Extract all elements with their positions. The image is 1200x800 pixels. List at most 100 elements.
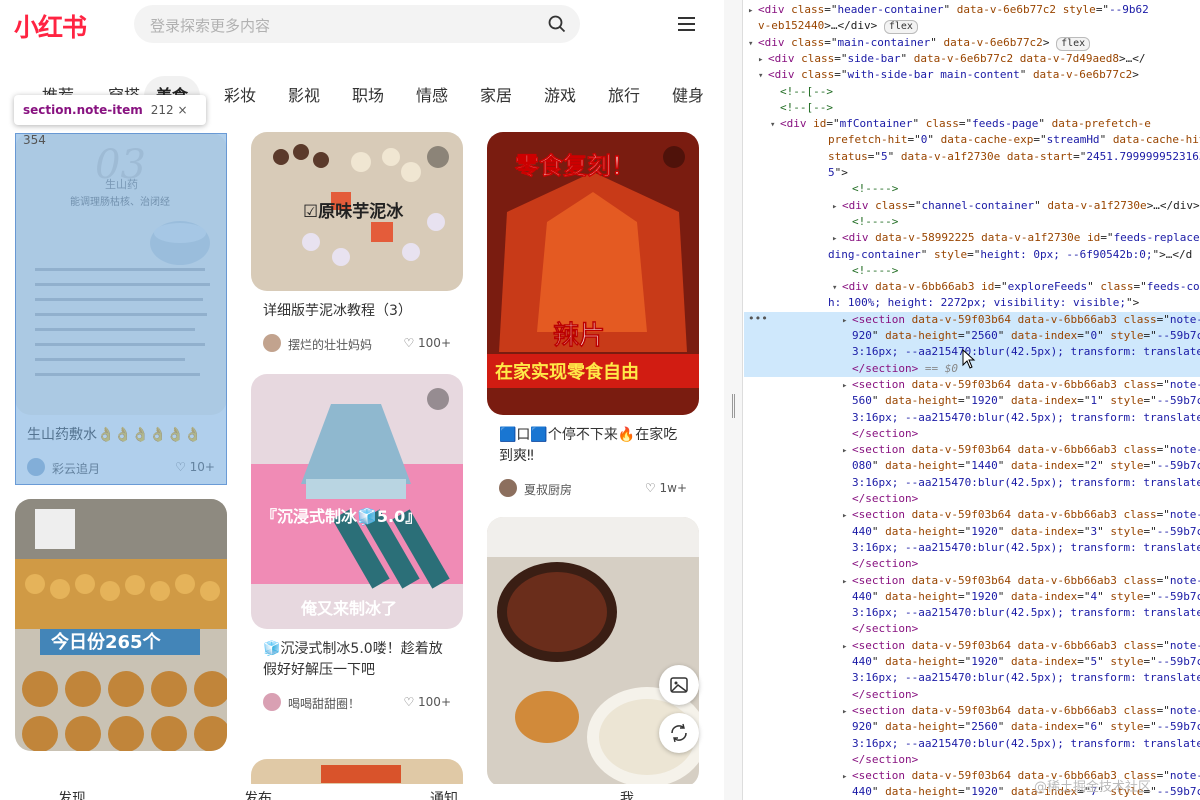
expand-toggle-icon[interactable]: ▸ [842,769,852,785]
expand-toggle-icon[interactable]: ▸ [842,639,852,655]
author-name[interactable]: 摆烂的壮壮妈妈 [288,336,372,353]
avatar[interactable] [499,479,517,497]
dom-node-line[interactable]: ▸ <div class="side-bar" data-v-6e6b77c2 d… [744,51,1200,67]
dom-node-line[interactable]: 920" data-height="2560" data-index="0" s… [744,328,1200,345]
nav-me[interactable]: 我 [620,788,634,800]
dom-node-line[interactable]: </section> [744,752,1200,768]
expand-toggle-icon[interactable]: ▾ [758,68,768,84]
dom-node-line[interactable]: </section> [744,426,1200,442]
note-title[interactable]: 🟦口🟦个停不下来🔥在家吃到爽‼ [499,425,687,467]
nav-notifications[interactable]: 通知 [430,788,458,800]
note-card[interactable]: 『沉浸式制冰🧊5.0』 俺又来制冰了 🧊沉浸式制冰5.0喽！趁着放假好好解压一下… [251,374,463,713]
tab-7[interactable]: 家居 [468,76,524,116]
image-mode-button[interactable] [659,665,699,705]
dom-node-line[interactable]: ▾ <div class="with-side-bar main-content"… [744,67,1200,83]
dom-node-line[interactable]: 3:16px; --aa215470:blur(42.5px); transfo… [744,475,1200,491]
nav-discover[interactable]: 发现 [58,788,86,800]
dom-node-line[interactable]: ▸ <section data-v-59f03b64 data-v-6bb66ab… [744,638,1200,654]
avatar[interactable] [263,693,281,711]
note-title[interactable]: 详细版芋泥冰教程（3） [263,301,451,322]
expand-toggle-icon[interactable]: ▸ [842,443,852,459]
expand-toggle-icon[interactable]: ▾ [748,36,758,52]
note-cover[interactable]: 今日份265个 [15,499,227,751]
like-count[interactable]: ♡ 100+ [403,695,451,709]
expand-toggle-icon[interactable]: ▸ [842,378,852,394]
tab-6[interactable]: 情感 [404,76,460,116]
dom-node-line[interactable]: 560" data-height="1920" data-index="1" s… [744,393,1200,409]
search-placeholder[interactable]: 登录探索更多内容 [150,15,270,36]
dom-node-line[interactable]: ▾ <div class="main-container" data-v-6e6b… [744,35,1200,51]
dom-node-line[interactable]: 440" data-height="1920" data-index="4" s… [744,589,1200,605]
avatar[interactable] [27,458,45,476]
tab-4[interactable]: 影视 [276,76,332,116]
dom-node-line[interactable]: 440" data-height="1920" data-index="5" s… [744,654,1200,670]
dom-node-line[interactable]: <!----> [744,181,1200,197]
dom-node-line[interactable]: ▸ <section data-v-59f03b64 data-v-6bb66ab… [744,311,1200,329]
like-count[interactable]: ♡ 1w+ [645,481,687,495]
expand-toggle-icon[interactable]: ▸ [842,508,852,524]
expand-toggle-icon[interactable]: ▸ [832,199,842,215]
tab-10[interactable]: 健身 [660,76,716,116]
dom-node-line[interactable]: 3:16px; --aa215470:blur(42.5px); transfo… [744,670,1200,686]
dom-node-line[interactable]: prefetch-hit="0" data-cache-exp="streamH… [744,132,1200,148]
logo[interactable]: 小红书 [14,8,87,44]
dom-node-line[interactable]: </section> [744,687,1200,703]
note-cover[interactable]: 零食复刻！ 辣片 在家实现零食自由 [487,132,699,415]
dom-node-line[interactable]: ▸ <section data-v-59f03b64 data-v-6bb66ab… [744,703,1200,719]
dom-node-line[interactable]: 920" data-height="2560" data-index="6" s… [744,719,1200,735]
note-cover[interactable]: 03 生山药 能调理肠枯核、治闭经 [15,133,227,415]
dom-node-line[interactable]: ▸ <div class="header-container" data-v-6e… [744,2,1200,18]
expand-toggle-icon[interactable]: ▸ [842,704,852,720]
nav-publish[interactable]: 发布 [244,788,272,800]
tab-5[interactable]: 职场 [340,76,396,116]
expand-toggle-icon[interactable]: ▸ [842,313,852,329]
note-title[interactable]: 生山药敷水👌👌👌👌👌👌 [27,425,215,446]
tab-3[interactable]: 彩妆 [212,76,268,116]
node-options-icon[interactable]: ••• [748,312,768,325]
dom-node-line[interactable]: ▾ <div data-v-6bb66ab3 id="exploreFeeds" … [744,279,1200,295]
dom-node-line[interactable]: 5"> [744,165,1200,181]
note-card[interactable]: ☑原味芋泥冰 详细版芋泥冰教程（3） 摆烂的壮壮妈妈 ♡ 100+ [251,132,463,354]
avatar[interactable] [263,334,281,352]
dom-node-line[interactable]: v-eb152440>…</div> flex [744,18,1200,35]
dom-node-line[interactable]: 3:16px; --aa215470:blur(42.5px); transfo… [744,605,1200,621]
dom-node-line[interactable]: </section> [744,556,1200,572]
dom-node-line[interactable]: status="5" data-v-a1f2730e data-start="2… [744,149,1200,165]
refresh-button[interactable] [659,713,699,753]
dom-node-line[interactable]: <!--[--> [744,100,1200,116]
expand-toggle-icon[interactable]: ▸ [758,52,768,68]
tab-8[interactable]: 游戏 [532,76,588,116]
splitter-handle[interactable] [732,394,735,418]
dom-node-line[interactable]: 3:16px; --aa215470:blur(42.5px); transfo… [744,410,1200,426]
expand-toggle-icon[interactable]: ▸ [832,231,842,247]
dom-node-line[interactable]: 440" data-height="1920" data-index="3" s… [744,524,1200,540]
dom-node-line[interactable]: ▸ <section data-v-59f03b64 data-v-6bb66ab… [744,442,1200,458]
dom-node-line[interactable]: ▸ <div data-v-58992225 data-v-a1f2730e id… [744,230,1200,246]
dom-node-line[interactable]: ding-container" style="height: 0px; --6f… [744,247,1200,263]
expand-toggle-icon[interactable]: ▾ [832,280,842,296]
note-card[interactable]: 今日份265个 [15,499,227,751]
dom-node-line[interactable]: ▸ <div class="channel-container" data-v-a… [744,198,1200,214]
panel-splitter[interactable] [724,0,743,800]
author-name[interactable]: 彩云追月 [52,460,100,477]
dom-node-line[interactable]: <!----> [744,214,1200,230]
search-icon[interactable] [548,15,566,33]
like-count[interactable]: ♡ 100+ [403,336,451,350]
dom-node-line[interactable]: <!--[--> [744,84,1200,100]
author-name[interactable]: 夏叔厨房 [524,481,572,498]
dom-node-line[interactable]: h: 100%; height: 2272px; visibility: vis… [744,295,1200,311]
tab-9[interactable]: 旅行 [596,76,652,116]
dom-node-line[interactable]: ▾ <div id="mfContainer" class="feeds-page… [744,116,1200,132]
dom-node-line[interactable]: <!----> [744,263,1200,279]
menu-icon[interactable] [678,17,695,31]
note-card[interactable]: 03 生山药 能调理肠枯核、治闭经 生山药敷水👌👌👌👌👌👌 彩云追月 ♡ 10+ [15,133,227,478]
expand-toggle-icon[interactable]: ▸ [748,3,758,19]
dom-node-line[interactable]: </section> [744,621,1200,637]
dom-node-line[interactable]: </section> [744,491,1200,507]
note-card[interactable]: 零食复刻！ 辣片 在家实现零食自由 🟦口🟦个停不下来🔥在家吃到爽‼ 夏叔厨房 ♡… [487,132,699,499]
dom-node-line[interactable]: 080" data-height="1440" data-index="2" s… [744,458,1200,474]
note-title[interactable]: 🧊沉浸式制冰5.0喽！趁着放假好好解压一下吧 [263,639,451,681]
expand-toggle-icon[interactable]: ▾ [770,117,780,133]
dom-node-line[interactable]: ▸ <section data-v-59f03b64 data-v-6bb66ab… [744,377,1200,393]
dom-node-line[interactable]: ▸ <section data-v-59f03b64 data-v-6bb66ab… [744,507,1200,523]
